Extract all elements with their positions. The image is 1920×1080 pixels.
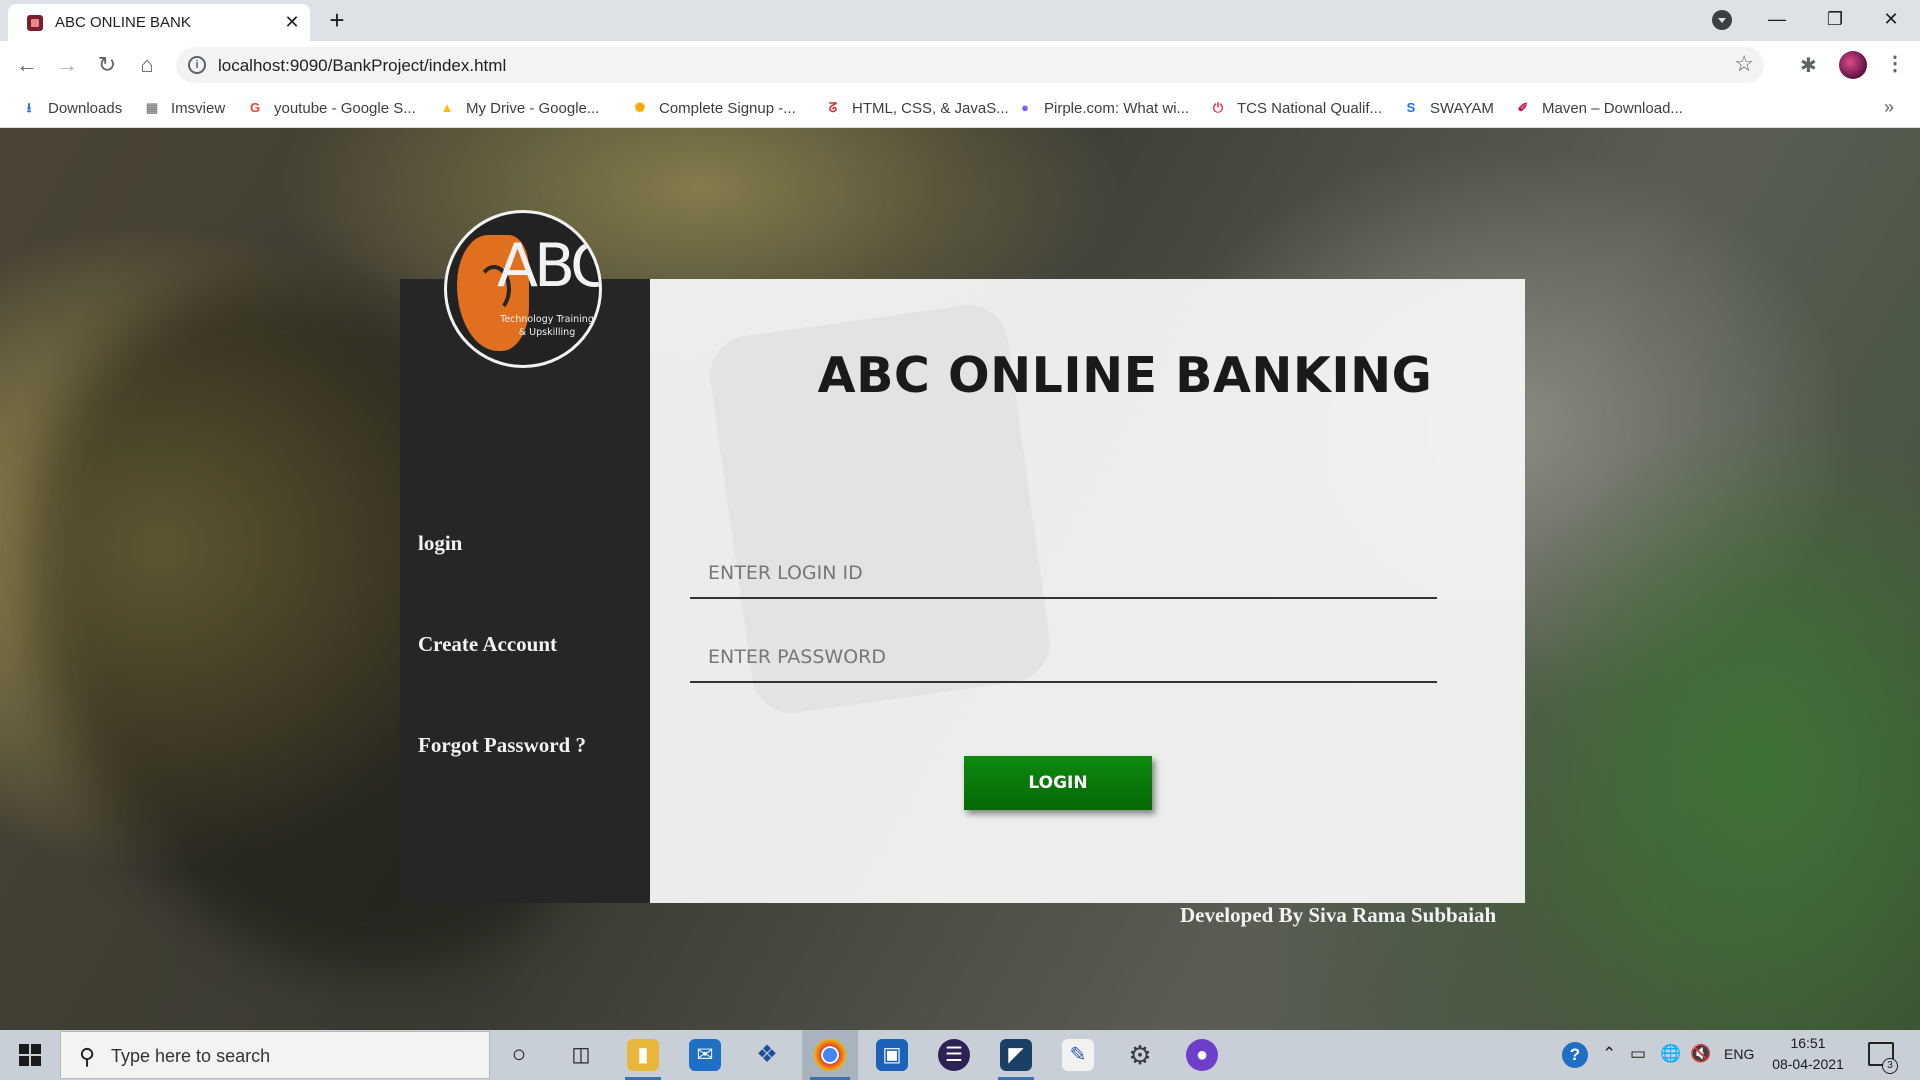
site-info-icon[interactable]: i bbox=[188, 56, 206, 74]
notification-count-badge: 3 bbox=[1882, 1058, 1898, 1074]
mysql-icon[interactable]: ◤ bbox=[1000, 1039, 1032, 1071]
bookmark-star-icon[interactable]: ☆ bbox=[1734, 51, 1754, 77]
task-view-icon[interactable]: ◫ bbox=[565, 1039, 597, 1071]
abc-logo: ABC Technology Training & Upskilling bbox=[444, 210, 602, 368]
google-icon: G bbox=[249, 100, 261, 115]
tab-title: ABC ONLINE BANK bbox=[55, 14, 191, 31]
clock-date[interactable]: 08-04-2021 bbox=[1764, 1056, 1852, 1072]
developer-credit: Developed By Siva Rama Subbaiah bbox=[1180, 903, 1497, 927]
bookmark-my-drive[interactable]: ▲ My Drive - Google... bbox=[438, 89, 600, 127]
dropbox-icon[interactable]: ❖ bbox=[751, 1039, 783, 1071]
tab-search-icon[interactable] bbox=[1712, 10, 1732, 30]
tray-chevron-icon[interactable]: ⌃ bbox=[1602, 1044, 1616, 1064]
address-bar[interactable]: i localhost:9090/BankProject/index.html … bbox=[176, 47, 1764, 83]
drive-icon: ▲ bbox=[440, 100, 454, 115]
feather-icon: ✐ bbox=[1517, 100, 1529, 115]
taskbar-search-box[interactable]: ⚲ Type here to search bbox=[60, 1031, 490, 1079]
github-icon[interactable]: ● bbox=[1186, 1039, 1218, 1071]
bookmark-downloads[interactable]: ⭳ Downloads bbox=[20, 89, 123, 127]
forward-icon[interactable]: → bbox=[52, 50, 82, 80]
bookmark-pirple[interactable]: ● Pirple.com: What wi... bbox=[1016, 89, 1189, 127]
bookmark-tcs[interactable]: ⏻ TCS National Qualif... bbox=[1209, 89, 1382, 127]
network-globe-icon[interactable]: 🌐 bbox=[1660, 1044, 1681, 1064]
taskbar: ⚲ Type here to search ○ ◫ ▮ ✉ ❖ ▣ ☰ ◤ ✎ … bbox=[0, 1030, 1920, 1080]
extensions-icon[interactable]: ✱ bbox=[1800, 53, 1817, 78]
clock-time[interactable]: 16:51 bbox=[1772, 1035, 1844, 1051]
browser-tab-strip: ABC ONLINE BANK ✕ + — ❐ ✕ bbox=[0, 0, 1920, 41]
windows-start-icon[interactable] bbox=[0, 1030, 58, 1080]
swayam-icon: S bbox=[1406, 100, 1416, 115]
eclipse-icon[interactable]: ☰ bbox=[938, 1039, 970, 1071]
grid-icon: ▦ bbox=[145, 100, 159, 115]
battery-icon[interactable]: ▭ bbox=[1630, 1044, 1646, 1064]
logo-text: ABC bbox=[497, 231, 602, 301]
password-input[interactable] bbox=[690, 633, 1437, 683]
app-icon[interactable]: ▣ bbox=[876, 1039, 908, 1071]
taskbar-search-placeholder: Type here to search bbox=[111, 1046, 271, 1066]
page-title: ABC ONLINE BANKING bbox=[817, 347, 1433, 404]
volume-muted-icon[interactable]: 🔇 bbox=[1690, 1044, 1711, 1064]
login-button[interactable]: LOGIN bbox=[964, 756, 1152, 810]
sidebar-link-create-account[interactable]: Create Account bbox=[418, 632, 557, 657]
input-language[interactable]: ENG bbox=[1724, 1046, 1754, 1062]
login-panel: ABC ONLINE BANKING LOGIN bbox=[650, 279, 1525, 903]
power-icon: ⏻ bbox=[1212, 100, 1224, 115]
logo-tagline-2: & Upskilling bbox=[518, 327, 576, 338]
bookmark-swayam[interactable]: S SWAYAM bbox=[1402, 89, 1494, 127]
profile-avatar[interactable] bbox=[1839, 51, 1867, 79]
udemy-icon: ᘔ bbox=[828, 100, 838, 115]
login-id-input[interactable] bbox=[690, 549, 1437, 599]
search-icon: ⚲ bbox=[79, 1044, 96, 1069]
restore-button[interactable]: ❐ bbox=[1812, 0, 1858, 40]
sidebar-link-forgot-password[interactable]: Forgot Password ? bbox=[418, 733, 586, 758]
chrome-icon[interactable] bbox=[814, 1039, 846, 1071]
bookmarks-bar: ⭳ Downloads ▦ Imsview G youtube - Google… bbox=[0, 89, 1920, 128]
bookmark-maven[interactable]: ✐ Maven – Download... bbox=[1514, 89, 1683, 127]
file-explorer-icon[interactable]: ▮ bbox=[627, 1039, 659, 1071]
browser-tab[interactable]: ABC ONLINE BANK ✕ bbox=[8, 4, 310, 41]
browser-menu-icon[interactable]: ⋮ bbox=[1885, 51, 1905, 76]
new-tab-button[interactable]: + bbox=[322, 6, 352, 36]
url-text[interactable]: localhost:9090/BankProject/index.html bbox=[218, 56, 506, 76]
bookmark-youtube[interactable]: G youtube - Google S... bbox=[246, 89, 416, 127]
tab-favicon-icon bbox=[27, 15, 43, 31]
back-icon[interactable]: ← bbox=[12, 50, 42, 80]
bookmark-complete-signup[interactable]: ✺ Complete Signup -... bbox=[631, 89, 796, 127]
download-icon: ⭳ bbox=[26, 100, 32, 115]
sidebar bbox=[400, 279, 650, 903]
bookmark-imsview[interactable]: ▦ Imsview bbox=[143, 89, 225, 127]
minimize-button[interactable]: — bbox=[1754, 0, 1800, 40]
settings-gear-icon[interactable]: ⚙ bbox=[1124, 1039, 1156, 1071]
page-background: ABC Technology Training & Upskilling log… bbox=[0, 128, 1920, 1030]
logo-tagline-1: Technology Training bbox=[500, 314, 594, 325]
help-icon[interactable]: ? bbox=[1562, 1042, 1588, 1068]
sidebar-link-login[interactable]: login bbox=[418, 531, 462, 556]
bookmarks-overflow-icon[interactable]: » bbox=[1884, 97, 1894, 118]
browser-toolbar: ← → ↻ ⌂ i localhost:9090/BankProject/ind… bbox=[0, 41, 1920, 89]
close-tab-icon[interactable]: ✕ bbox=[280, 10, 304, 34]
close-window-button[interactable]: ✕ bbox=[1868, 0, 1914, 40]
mail-icon[interactable]: ✉ bbox=[689, 1039, 721, 1071]
bookmark-html-css[interactable]: ᘔ HTML, CSS, & JavaS... bbox=[824, 89, 1009, 127]
cortana-icon[interactable]: ○ bbox=[503, 1039, 535, 1071]
sun-icon: ✺ bbox=[634, 100, 646, 115]
home-icon[interactable]: ⌂ bbox=[132, 50, 162, 80]
pirple-icon: ● bbox=[1021, 100, 1029, 115]
python-file-icon[interactable]: ✎ bbox=[1062, 1039, 1094, 1071]
reload-icon[interactable]: ↻ bbox=[92, 50, 122, 80]
